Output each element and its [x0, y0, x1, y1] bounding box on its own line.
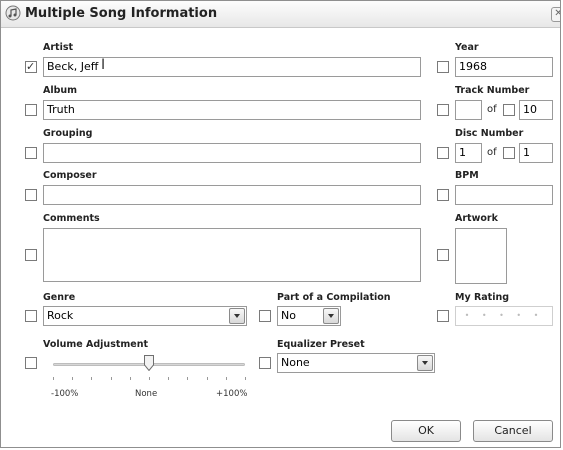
my-rating-field[interactable]: • • • • •: [455, 306, 553, 326]
album-field[interactable]: Truth: [43, 100, 421, 120]
equalizer-dropdown-icon[interactable]: [417, 355, 433, 371]
grouping-label: Grouping: [43, 128, 93, 139]
volume-slider-thumb[interactable]: [144, 355, 154, 371]
my-rating-checkbox[interactable]: [437, 310, 449, 322]
artist-value: Beck, Jeff: [47, 60, 99, 73]
grouping-field[interactable]: [43, 143, 421, 163]
bpm-checkbox[interactable]: [437, 189, 449, 201]
album-checkbox[interactable]: [25, 104, 37, 116]
comments-field[interactable]: [43, 228, 421, 282]
volume-tick: [245, 377, 246, 380]
compilation-checkbox[interactable]: [259, 310, 271, 322]
volume-adjustment-label: Volume Adjustment: [43, 339, 149, 350]
compilation-label: Part of a Compilation: [277, 292, 391, 303]
artist-checkbox[interactable]: [25, 60, 37, 73]
bpm-field[interactable]: [455, 185, 553, 205]
composer-label: Composer: [43, 170, 97, 181]
disc-number-field[interactable]: 1: [455, 143, 482, 163]
my-rating-label: My Rating: [455, 292, 510, 303]
artwork-well[interactable]: [455, 228, 507, 284]
track-of-label: of: [487, 104, 497, 115]
album-label: Album: [43, 85, 78, 96]
genre-value: Rock: [47, 309, 74, 322]
equalizer-preset-label: Equalizer Preset: [277, 339, 365, 350]
compilation-select[interactable]: No: [277, 306, 341, 326]
window-title: Multiple Song Information: [25, 6, 218, 21]
volume-tick: [187, 377, 189, 380]
itunes-icon: [5, 5, 21, 21]
composer-checkbox[interactable]: [25, 189, 37, 201]
year-value: 1968: [459, 60, 487, 73]
volume-tick: [129, 377, 131, 380]
artist-field[interactable]: Beck, Jeff: [43, 57, 421, 77]
album-value: Truth: [47, 103, 75, 116]
equalizer-value: None: [281, 356, 310, 369]
grouping-checkbox[interactable]: [25, 147, 37, 159]
disc-number-value: 1: [459, 146, 466, 159]
disc-total-checkbox[interactable]: [503, 147, 515, 159]
bpm-label: BPM: [455, 170, 479, 181]
equalizer-select[interactable]: None: [277, 353, 435, 373]
volume-tick: [72, 377, 74, 380]
ok-button[interactable]: OK: [391, 420, 461, 442]
volume-max-label: +100%: [216, 389, 248, 399]
disc-number-label: Disc Number: [455, 128, 524, 139]
disc-total-field[interactable]: 1: [519, 143, 553, 163]
composer-field[interactable]: [43, 185, 421, 205]
year-checkbox[interactable]: [437, 61, 449, 73]
artwork-checkbox[interactable]: [437, 249, 449, 261]
comments-label: Comments: [43, 213, 100, 224]
volume-checkbox[interactable]: [25, 357, 37, 369]
volume-tick: [91, 377, 93, 380]
track-total-field[interactable]: 10: [519, 100, 553, 120]
comments-checkbox[interactable]: [25, 249, 37, 261]
genre-label: Genre: [43, 292, 76, 303]
disc-total-value: 1: [523, 146, 530, 159]
title-bar: Multiple Song Information ✕: [1, 1, 560, 28]
year-label: Year: [455, 42, 479, 53]
track-total-value: 10: [523, 103, 537, 116]
volume-tick: [225, 377, 227, 380]
text-cursor-icon: I: [101, 57, 106, 73]
compilation-value: No: [281, 309, 296, 322]
multiple-song-info-dialog: Multiple Song Information ✕ Artist Beck,…: [0, 0, 561, 448]
artist-label: Artist: [43, 42, 74, 53]
volume-min-label: -100%: [51, 389, 79, 399]
equalizer-checkbox[interactable]: [259, 357, 271, 369]
volume-tick: [149, 377, 150, 380]
genre-select[interactable]: Rock: [43, 306, 247, 326]
disc-number-checkbox[interactable]: [437, 147, 449, 159]
artwork-label: Artwork: [455, 213, 498, 224]
disc-of-label: of: [487, 147, 497, 158]
year-field[interactable]: 1968: [455, 57, 553, 77]
cancel-button[interactable]: Cancel: [473, 420, 553, 442]
track-number-checkbox[interactable]: [437, 104, 449, 116]
genre-checkbox[interactable]: [25, 310, 37, 322]
close-icon[interactable]: ✕: [551, 7, 560, 22]
volume-mid-label: None: [135, 389, 158, 399]
volume-tick: [168, 377, 170, 380]
volume-tick: [206, 377, 208, 380]
volume-tick: [53, 377, 54, 380]
track-number-field[interactable]: [455, 100, 482, 120]
volume-tick: [110, 377, 112, 380]
compilation-dropdown-icon[interactable]: [323, 308, 339, 324]
track-number-label: Track Number: [455, 85, 530, 96]
genre-dropdown-icon[interactable]: [229, 308, 245, 324]
track-total-checkbox[interactable]: [503, 104, 515, 116]
